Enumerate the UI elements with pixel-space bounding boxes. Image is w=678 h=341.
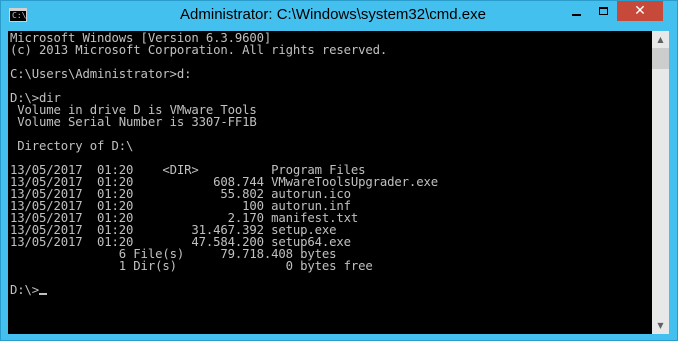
console-line: Volume Serial Number is 3307-FF1B: [10, 115, 257, 129]
console-line: Directory of D:\: [10, 139, 134, 153]
scroll-thumb[interactable]: [652, 48, 669, 69]
console-line: C:\Users\Administrator>d:: [10, 67, 192, 81]
title-bar[interactable]: C:\ Administrator: C:\Windows\system32\c…: [1, 1, 677, 31]
close-button[interactable]: ✕: [617, 1, 663, 21]
maximize-button[interactable]: [590, 1, 617, 21]
scroll-up-icon[interactable]: ▲: [652, 31, 669, 48]
console-text: Microsoft Windows [Version 6.3.9600] (c)…: [10, 32, 438, 296]
window-bottom-border: [1, 334, 677, 340]
maximize-icon: [599, 7, 608, 15]
close-icon: ✕: [634, 3, 646, 19]
console-line: 1 Dir(s) 0 bytes free: [10, 259, 373, 273]
minimize-icon: [572, 14, 581, 16]
scroll-down-icon[interactable]: ▼: [652, 317, 669, 334]
console-line: (c) 2013 Microsoft Corporation. All righ…: [10, 43, 388, 57]
vertical-scrollbar[interactable]: ▲ ▼: [652, 31, 669, 334]
cmd-window: C:\ Administrator: C:\Windows\system32\c…: [0, 0, 678, 341]
text-cursor: [39, 293, 48, 295]
minimize-button[interactable]: [563, 1, 590, 21]
console-output[interactable]: Microsoft Windows [Version 6.3.9600] (c)…: [8, 31, 652, 334]
console-line: D:\>: [10, 283, 40, 297]
